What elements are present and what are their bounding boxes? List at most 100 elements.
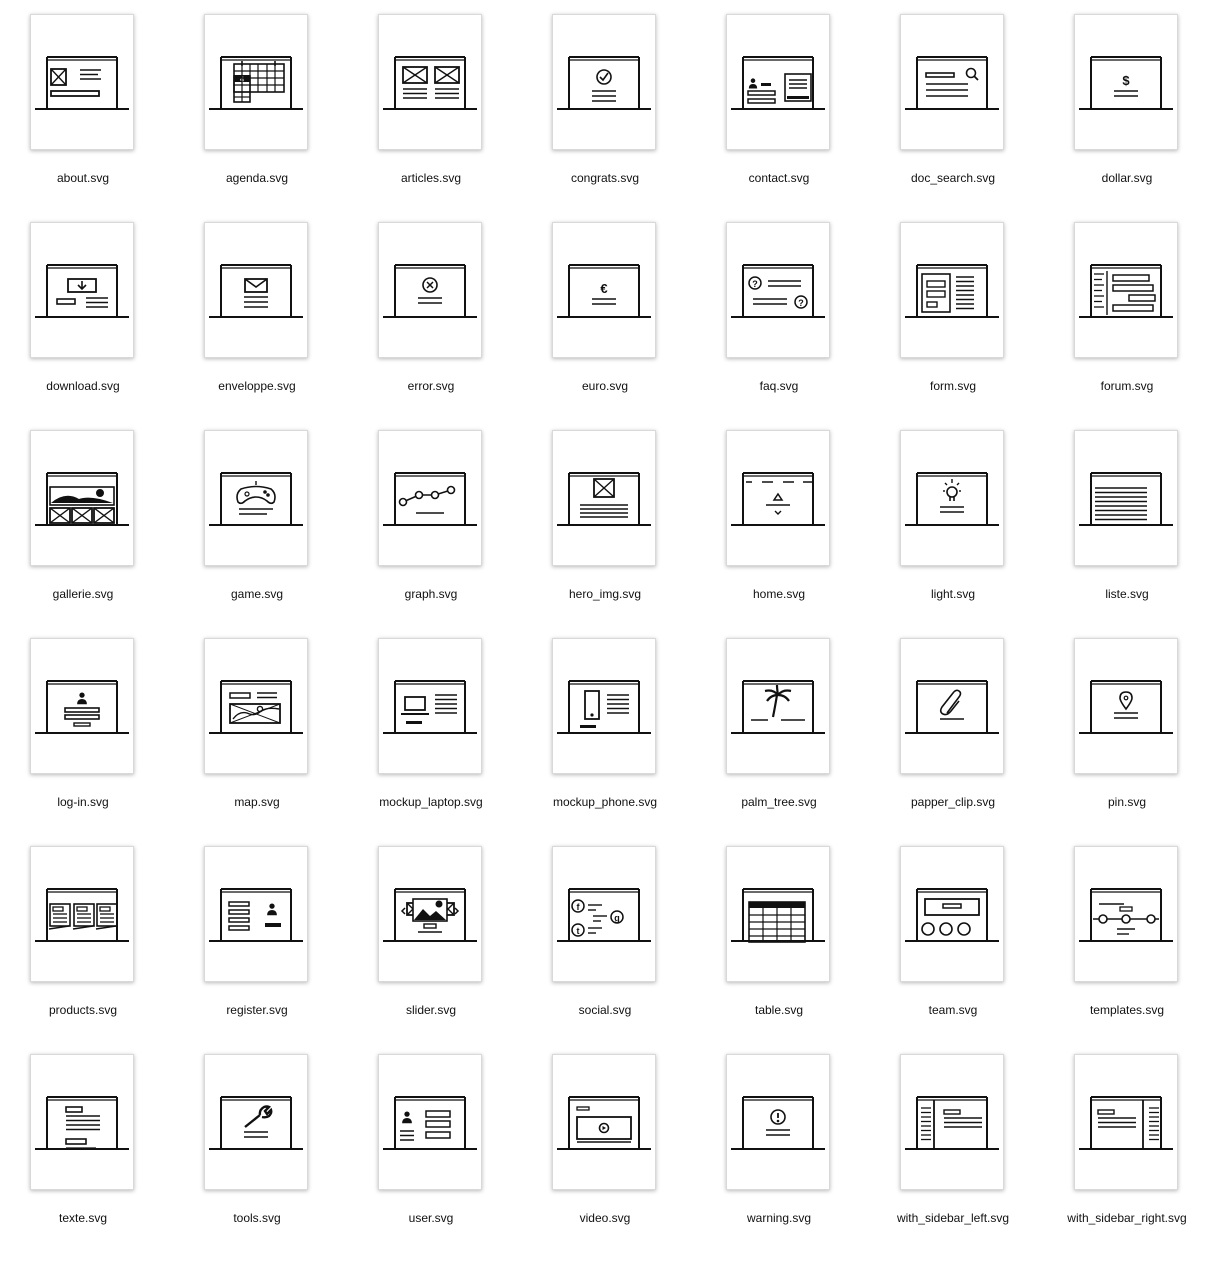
- dollar-icon: $: [1079, 56, 1173, 110]
- file-thumbnail[interactable]: [1074, 638, 1178, 774]
- svg-text:g: g: [614, 913, 620, 923]
- file-thumbnail[interactable]: f g t: [552, 846, 656, 982]
- file-item[interactable]: warning.svg: [692, 1054, 866, 1254]
- file-item[interactable]: game.svg: [170, 430, 344, 630]
- file-thumbnail[interactable]: [378, 846, 482, 982]
- file-item[interactable]: pin.svg: [1040, 638, 1214, 838]
- file-item[interactable]: user.svg: [344, 1054, 518, 1254]
- file-name-label: about.svg: [56, 171, 110, 185]
- file-item[interactable]: register.svg: [170, 846, 344, 1046]
- file-thumbnail[interactable]: [900, 14, 1004, 150]
- phone-mockup-icon: [557, 680, 651, 734]
- file-thumbnail[interactable]: [552, 430, 656, 566]
- file-thumbnail[interactable]: [204, 222, 308, 358]
- file-thumbnail[interactable]: [726, 846, 830, 982]
- file-thumbnail[interactable]: $: [1074, 14, 1178, 150]
- file-item[interactable]: form.svg: [866, 222, 1040, 422]
- file-thumbnail[interactable]: [552, 14, 656, 150]
- file-item[interactable]: 4 agenda.svg: [170, 14, 344, 214]
- file-item[interactable]: with_sidebar_left.svg: [866, 1054, 1040, 1254]
- gallery-icon: [35, 472, 129, 526]
- file-thumbnail[interactable]: [378, 1054, 482, 1190]
- file-thumbnail[interactable]: [900, 430, 1004, 566]
- file-item[interactable]: contact.svg: [692, 14, 866, 214]
- file-item[interactable]: liste.svg: [1040, 430, 1214, 630]
- graph-icon: [383, 472, 477, 526]
- file-thumbnail[interactable]: [204, 1054, 308, 1190]
- file-name-label: liste.svg: [1105, 587, 1149, 601]
- file-thumbnail[interactable]: ??: [726, 222, 830, 358]
- file-item[interactable]: light.svg: [866, 430, 1040, 630]
- file-item[interactable]: enveloppe.svg: [170, 222, 344, 422]
- file-thumbnail[interactable]: [204, 430, 308, 566]
- file-thumbnail[interactable]: [1074, 846, 1178, 982]
- file-item[interactable]: slider.svg: [344, 846, 518, 1046]
- file-thumbnail[interactable]: [726, 638, 830, 774]
- file-name-label: congrats.svg: [570, 171, 640, 185]
- file-item[interactable]: forum.svg: [1040, 222, 1214, 422]
- file-item[interactable]: articles.svg: [344, 14, 518, 214]
- file-thumbnail[interactable]: [1074, 222, 1178, 358]
- file-item[interactable]: error.svg: [344, 222, 518, 422]
- file-thumbnail[interactable]: [30, 846, 134, 982]
- file-thumbnail[interactable]: [378, 430, 482, 566]
- file-item[interactable]: congrats.svg: [518, 14, 692, 214]
- file-thumbnail[interactable]: [900, 222, 1004, 358]
- file-thumbnail[interactable]: [204, 846, 308, 982]
- file-thumbnail[interactable]: €: [552, 222, 656, 358]
- agenda-icon: 4: [209, 56, 303, 110]
- file-item[interactable]: about.svg: [0, 14, 170, 214]
- file-item[interactable]: log-in.svg: [0, 638, 170, 838]
- file-item[interactable]: video.svg: [518, 1054, 692, 1254]
- file-item[interactable]: home.svg: [692, 430, 866, 630]
- file-item[interactable]: papper_clip.svg: [866, 638, 1040, 838]
- file-thumbnail[interactable]: [1074, 1054, 1178, 1190]
- file-thumbnail[interactable]: [900, 846, 1004, 982]
- file-thumbnail[interactable]: [726, 14, 830, 150]
- file-name-label: hero_img.svg: [568, 587, 642, 601]
- file-thumbnail[interactable]: [378, 638, 482, 774]
- file-thumbnail[interactable]: 4: [204, 14, 308, 150]
- file-thumbnail[interactable]: [30, 430, 134, 566]
- file-item[interactable]: mockup_phone.svg: [518, 638, 692, 838]
- file-thumbnail[interactable]: [552, 638, 656, 774]
- file-name-label: video.svg: [579, 1211, 631, 1225]
- file-thumbnail[interactable]: [30, 638, 134, 774]
- file-item[interactable]: map.svg: [170, 638, 344, 838]
- file-item[interactable]: hero_img.svg: [518, 430, 692, 630]
- file-item[interactable]: with_sidebar_right.svg: [1040, 1054, 1214, 1254]
- file-thumbnail[interactable]: [378, 222, 482, 358]
- file-thumbnail[interactable]: [552, 1054, 656, 1190]
- file-item[interactable]: f g t social.svg: [518, 846, 692, 1046]
- file-item[interactable]: mockup_laptop.svg: [344, 638, 518, 838]
- file-thumbnail[interactable]: [30, 222, 134, 358]
- file-thumbnail[interactable]: [30, 1054, 134, 1190]
- file-thumbnail[interactable]: [900, 638, 1004, 774]
- sidebar-left-icon: [905, 1096, 999, 1150]
- file-thumbnail[interactable]: [726, 430, 830, 566]
- download-icon: [35, 264, 129, 318]
- file-item[interactable]: doc_search.svg: [866, 14, 1040, 214]
- contact-icon: [731, 56, 825, 110]
- file-item[interactable]: download.svg: [0, 222, 170, 422]
- file-item[interactable]: team.svg: [866, 846, 1040, 1046]
- file-item[interactable]: gallerie.svg: [0, 430, 170, 630]
- register-icon: [209, 888, 303, 942]
- file-name-label: faq.svg: [759, 379, 799, 393]
- file-item[interactable]: tools.svg: [170, 1054, 344, 1254]
- file-thumbnail[interactable]: [30, 14, 134, 150]
- file-thumbnail[interactable]: [378, 14, 482, 150]
- file-thumbnail[interactable]: [900, 1054, 1004, 1190]
- file-item[interactable]: products.svg: [0, 846, 170, 1046]
- file-item[interactable]: € euro.svg: [518, 222, 692, 422]
- file-item[interactable]: $ dollar.svg: [1040, 14, 1214, 214]
- file-item[interactable]: texte.svg: [0, 1054, 170, 1254]
- file-thumbnail[interactable]: [726, 1054, 830, 1190]
- file-item[interactable]: templates.svg: [1040, 846, 1214, 1046]
- file-thumbnail[interactable]: [1074, 430, 1178, 566]
- file-thumbnail[interactable]: [204, 638, 308, 774]
- file-item[interactable]: table.svg: [692, 846, 866, 1046]
- file-item[interactable]: palm_tree.svg: [692, 638, 866, 838]
- file-item[interactable]: graph.svg: [344, 430, 518, 630]
- file-item[interactable]: ?? faq.svg: [692, 222, 866, 422]
